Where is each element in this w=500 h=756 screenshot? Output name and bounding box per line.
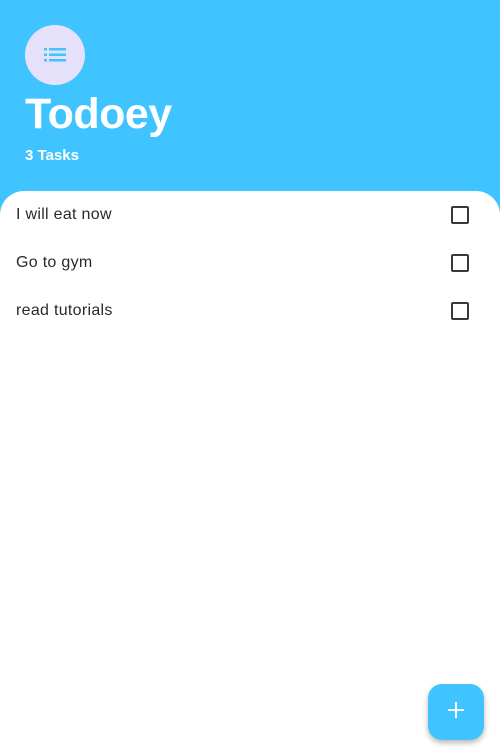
task-list: I will eat now Go to gym read tutorials (0, 191, 500, 335)
app-header: Todoey 3 Tasks (0, 0, 500, 191)
task-label: read tutorials (16, 302, 113, 319)
task-item[interactable]: Go to gym (0, 239, 500, 287)
app-title: Todoey (25, 90, 172, 138)
task-item[interactable]: read tutorials (0, 287, 500, 335)
task-label: I will eat now (16, 206, 112, 223)
plus-icon (447, 701, 465, 724)
task-label: Go to gym (16, 254, 93, 271)
task-list-sheet: I will eat now Go to gym read tutorials (0, 191, 500, 756)
task-item[interactable]: I will eat now (0, 191, 500, 239)
logo-avatar (25, 25, 85, 85)
task-checkbox[interactable] (451, 254, 469, 272)
task-count: 3 Tasks (25, 147, 79, 164)
list-icon (43, 43, 67, 67)
add-task-button[interactable] (428, 684, 484, 740)
task-checkbox[interactable] (451, 206, 469, 224)
task-checkbox[interactable] (451, 302, 469, 320)
